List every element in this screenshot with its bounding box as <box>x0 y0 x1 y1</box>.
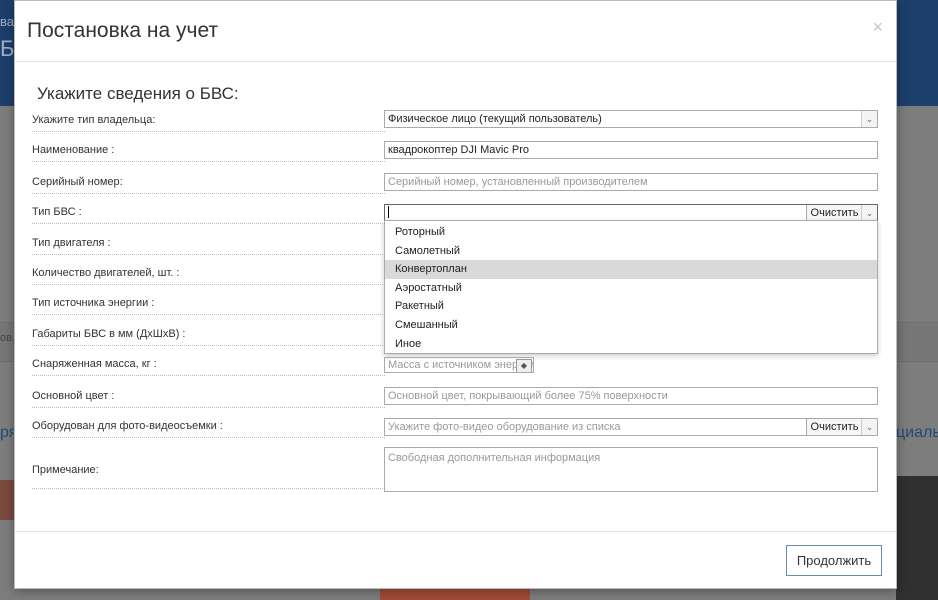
background-header-logo-text: Б <box>0 36 15 61</box>
dropdown-option[interactable]: Смешанный <box>385 316 877 335</box>
uav-type-clear-button[interactable]: Очистить <box>806 205 862 221</box>
dimensions-label: Габариты БВС в мм (ДхШхВ) : <box>32 328 385 346</box>
note-textarea[interactable]: Свободная дополнительная информация <box>384 447 878 492</box>
dropdown-option[interactable]: Самолетный <box>385 242 877 261</box>
section-title: Укажите сведения о БВС: <box>37 84 239 103</box>
stepper-icon[interactable]: ◆ <box>516 359 532 372</box>
background-image-bottom <box>380 588 530 600</box>
main-color-input[interactable]: Основной цвет, покрывающий более 75% пов… <box>384 387 878 405</box>
serial-number-label: Серийный номер: <box>32 176 385 194</box>
photo-equipment-label: Оборудован для фото-видеосъемки : <box>32 420 385 438</box>
serial-number-placeholder: Серийный номер, установленный производит… <box>388 176 648 188</box>
continue-button[interactable]: Продолжить <box>786 545 882 576</box>
uav-type-dropdown: Роторный Самолетный Конвертоплан Аэроста… <box>384 220 878 354</box>
serial-number-input[interactable]: Серийный номер, установленный производит… <box>384 173 878 191</box>
registration-modal: Постановка на учет × Укажите сведения о … <box>14 0 897 589</box>
note-placeholder: Свободная дополнительная информация <box>388 452 601 464</box>
chevron-down-icon[interactable]: ⌄ <box>861 111 877 127</box>
engine-type-label: Тип двигателя : <box>32 237 385 255</box>
modal-title: Постановка на учет <box>27 19 219 42</box>
note-label: Примечание: <box>32 464 385 489</box>
background-right-text: циаль <box>896 424 938 441</box>
photo-equipment-clear-button[interactable]: Очистить <box>806 419 862 435</box>
engine-count-label: Количество двигателей, шт. : <box>32 267 385 285</box>
dropdown-option[interactable]: Иное <box>385 335 877 354</box>
name-input[interactable]: квадрокоптер DJI Mavic Pro <box>384 141 878 159</box>
dropdown-option[interactable]: Ракетный <box>385 297 877 316</box>
main-color-placeholder: Основной цвет, покрывающий более 75% пов… <box>388 390 668 402</box>
background-header-text: ва <box>0 14 14 29</box>
modal-header: Постановка на учет × <box>15 1 896 62</box>
close-button[interactable]: × <box>872 18 883 36</box>
chevron-down-icon[interactable]: ⌄ <box>861 205 877 221</box>
owner-type-label: Укажите тип владельца: <box>32 114 385 132</box>
uav-type-label: Тип БВС : <box>32 206 385 224</box>
mass-label: Снаряженная масса, кг : <box>32 358 385 376</box>
name-value: квадрокоптер DJI Mavic Pro <box>388 144 529 156</box>
dropdown-option[interactable]: Аэростатный <box>385 279 877 298</box>
chevron-down-icon[interactable]: ⌄ <box>861 419 877 435</box>
photo-equipment-select[interactable]: Укажите фото-видео оборудование из списк… <box>384 418 878 436</box>
owner-type-value: Физическое лицо (текущий пользователь) <box>388 113 602 125</box>
modal-footer-divider <box>15 531 896 532</box>
main-color-label: Основной цвет : <box>32 390 385 408</box>
mass-input[interactable]: Масса с источником энергии ◆ <box>384 357 534 373</box>
name-label: Наименование : <box>32 144 385 162</box>
background-image-left <box>0 480 14 520</box>
text-cursor <box>388 206 389 219</box>
background-image-right <box>896 476 938 600</box>
background-strip-text: ов. <box>0 332 16 344</box>
energy-source-label: Тип источника энергии : <box>32 297 385 315</box>
dropdown-option[interactable]: Роторный <box>385 223 877 242</box>
photo-equipment-placeholder: Укажите фото-видео оборудование из списк… <box>388 421 621 433</box>
dropdown-option-highlighted[interactable]: Конвертоплан <box>385 260 877 279</box>
owner-type-select[interactable]: Физическое лицо (текущий пользователь) ⌄ <box>384 110 878 128</box>
mass-placeholder: Масса с источником энергии <box>388 359 534 371</box>
